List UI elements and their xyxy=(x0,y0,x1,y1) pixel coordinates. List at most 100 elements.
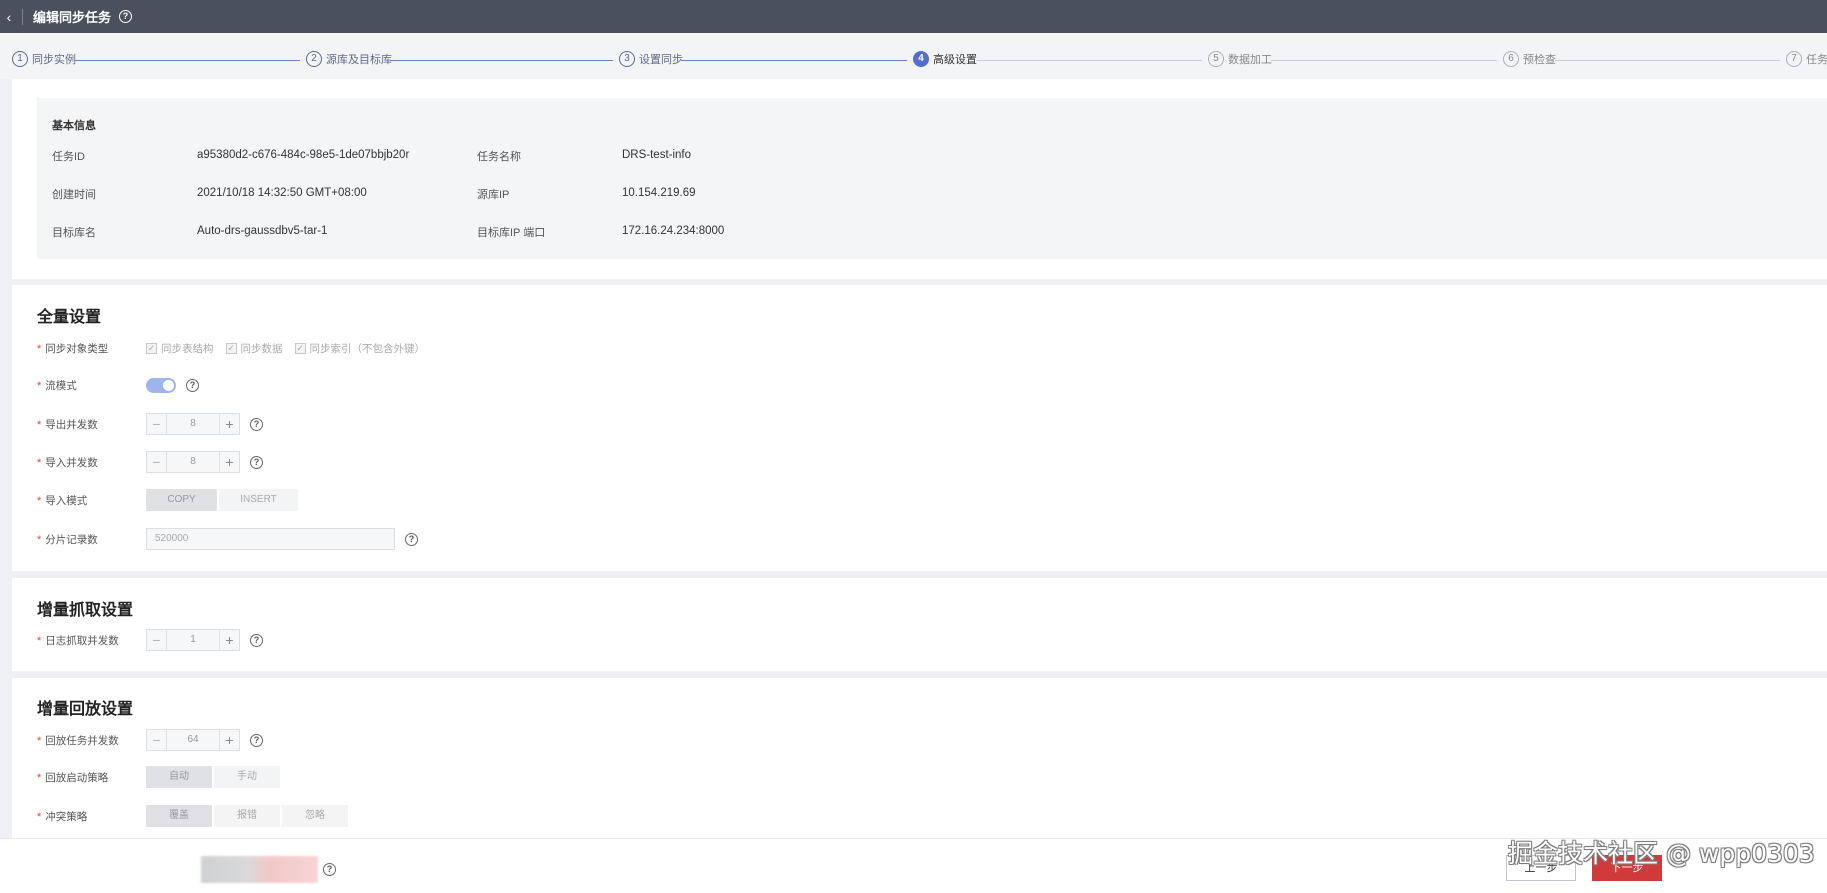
start-strategy-manual[interactable]: 手动 xyxy=(214,766,280,788)
incremental-grab-card: 增量抓取设置 * 日志抓取并发数 − 1 + ? xyxy=(12,578,1827,671)
conflict-overwrite[interactable]: 覆盖 xyxy=(146,805,212,827)
export-concurrency-label: * 导出并发数 xyxy=(37,418,98,431)
step-number: 6 xyxy=(1503,51,1519,67)
plus-icon[interactable]: + xyxy=(219,414,239,434)
target-ip-value: 172.16.24.234:8000 xyxy=(622,225,725,237)
question-icon[interactable]: ? xyxy=(323,863,336,876)
import-concurrency-row: * 导入并发数 − 8 + ? xyxy=(12,451,812,473)
top-header: ‹ 编辑同步任务 ? xyxy=(0,0,1827,33)
step-label: 同步实例 xyxy=(32,54,76,66)
required-mark: * xyxy=(37,771,42,784)
step-3: 3 设置同步 xyxy=(619,51,683,67)
step-number: 5 xyxy=(1208,51,1224,67)
question-icon[interactable]: ? xyxy=(250,733,263,747)
step-1: 1 同步实例 xyxy=(12,51,76,67)
stream-mode-row: * 流模式 ? xyxy=(12,374,812,396)
incremental-replay-card: 增量回放设置 * 回放任务并发数 − 64 + ? * 回放启动策略 自动 手动 *… xyxy=(12,678,1827,838)
step-number: 4 xyxy=(913,51,929,67)
section-title: 全量设置 xyxy=(37,309,102,326)
check-icon: ✓ xyxy=(146,342,157,354)
step-label: 源库及目标库 xyxy=(326,54,392,66)
export-concurrency-stepper: − 8 + xyxy=(146,413,240,435)
question-icon[interactable]: ? xyxy=(250,455,263,469)
stepper-input[interactable]: 8 xyxy=(167,452,219,472)
step-5: 5 数据加工 xyxy=(1208,51,1272,67)
step-connector xyxy=(75,60,300,61)
step-label: 任务 xyxy=(1806,54,1827,66)
question-icon[interactable]: ? xyxy=(186,378,199,392)
step-label: 数据加工 xyxy=(1228,54,1272,66)
step-connector xyxy=(976,60,1202,61)
step-number: 3 xyxy=(619,51,635,67)
target-db-label: 目标库名 xyxy=(52,227,96,239)
step-7: 7 任务 xyxy=(1786,51,1827,67)
import-mode-row: * 导入模式 COPY INSERT xyxy=(12,489,812,511)
import-mode-insert[interactable]: INSERT xyxy=(219,489,298,511)
start-strategy-label: * 回放启动策略 xyxy=(37,771,109,784)
step-number: 1 xyxy=(12,51,28,67)
conflict-error[interactable]: 报错 xyxy=(214,805,280,827)
source-ip-label: 源库IP xyxy=(477,189,510,201)
log-concurrency-stepper: − 1 + xyxy=(146,629,240,651)
log-concurrency-row: * 日志抓取并发数 − 1 + ? xyxy=(12,629,812,651)
minus-icon[interactable]: − xyxy=(147,414,167,434)
step-label: 预检查 xyxy=(1523,54,1556,66)
required-mark: * xyxy=(37,456,42,469)
stepper-input[interactable]: 1 xyxy=(167,630,219,650)
plus-icon[interactable]: + xyxy=(219,452,239,472)
start-strategy-row: * 回放启动策略 自动 手动 xyxy=(12,766,812,788)
required-mark: * xyxy=(37,634,42,647)
conflict-strategy-selector: 覆盖 报错 忽略 xyxy=(146,805,350,827)
back-arrow-icon[interactable]: ‹ xyxy=(2,0,16,33)
conflict-ignore[interactable]: 忽略 xyxy=(282,805,348,827)
stepper-input[interactable]: 8 xyxy=(167,414,219,434)
shard-records-row: * 分片记录数 520000 ? xyxy=(12,528,812,550)
plus-icon[interactable]: + xyxy=(219,630,239,650)
basic-info-card: 基本信息 任务ID a95380d2-c676-484c-98e5-1de07b… xyxy=(12,79,1827,279)
question-icon[interactable]: ? xyxy=(250,417,263,431)
import-mode-label: * 导入模式 xyxy=(37,494,88,507)
task-name-label: 任务名称 xyxy=(477,151,521,163)
blurred-summary xyxy=(201,856,318,883)
checkbox-index[interactable]: ✓ 同步索引（不包含外键） xyxy=(294,341,425,356)
minus-icon[interactable]: − xyxy=(147,630,167,650)
export-concurrency-row: * 导出并发数 − 8 + ? xyxy=(12,413,812,435)
required-mark: * xyxy=(37,494,42,507)
required-mark: * xyxy=(37,379,42,392)
task-name-value: DRS-test-info xyxy=(622,149,692,161)
start-strategy-selector: 自动 手动 xyxy=(146,766,282,788)
stream-mode-toggle[interactable] xyxy=(146,377,176,393)
toggle-knob xyxy=(163,379,174,391)
minus-icon[interactable]: − xyxy=(147,730,167,750)
import-mode-copy[interactable]: COPY xyxy=(146,489,217,511)
page-title: 编辑同步任务 xyxy=(33,10,112,25)
task-id-value: a95380d2-c676-484c-98e5-1de07bbjb20r xyxy=(197,149,410,161)
basic-info-panel: 基本信息 任务ID a95380d2-c676-484c-98e5-1de07b… xyxy=(37,98,1827,259)
target-ip-label: 目标库IP 端口 xyxy=(477,227,546,239)
step-connector xyxy=(1555,60,1780,61)
start-strategy-auto[interactable]: 自动 xyxy=(146,766,212,788)
target-db-value: Auto-drs-gaussdbv5-tar-1 xyxy=(197,225,328,237)
shard-records-input[interactable]: 520000 xyxy=(146,528,395,550)
checkbox-data[interactable]: ✓ 同步数据 xyxy=(225,341,283,356)
header-divider xyxy=(22,8,23,25)
conflict-strategy-row: * 冲突策略 覆盖 报错 忽略 xyxy=(12,805,812,827)
minus-icon[interactable]: − xyxy=(147,452,167,472)
plus-icon[interactable]: + xyxy=(219,730,239,750)
question-icon[interactable]: ? xyxy=(250,633,263,647)
source-ip-value: 10.154.219.69 xyxy=(622,187,696,199)
step-4: 4 高级设置 xyxy=(913,51,977,67)
import-mode-selector: COPY INSERT xyxy=(146,489,300,511)
object-type-label: * 同步对象类型 xyxy=(37,342,109,355)
help-icon[interactable]: ? xyxy=(119,10,133,23)
required-mark: * xyxy=(37,810,42,823)
question-icon[interactable]: ? xyxy=(405,532,418,546)
task-id-label: 任务ID xyxy=(52,151,85,163)
step-connector xyxy=(681,60,907,61)
stepper-input[interactable]: 64 xyxy=(167,730,219,750)
step-number: 7 xyxy=(1786,51,1802,67)
object-type-row: * 同步对象类型 ✓ 同步表结构 ✓ 同步数据 ✓ 同步索引（不包含外键） xyxy=(12,337,812,359)
check-icon: ✓ xyxy=(294,342,306,354)
section-title: 增量抓取设置 xyxy=(37,602,134,619)
checkbox-table-structure[interactable]: ✓ 同步表结构 xyxy=(146,341,214,356)
